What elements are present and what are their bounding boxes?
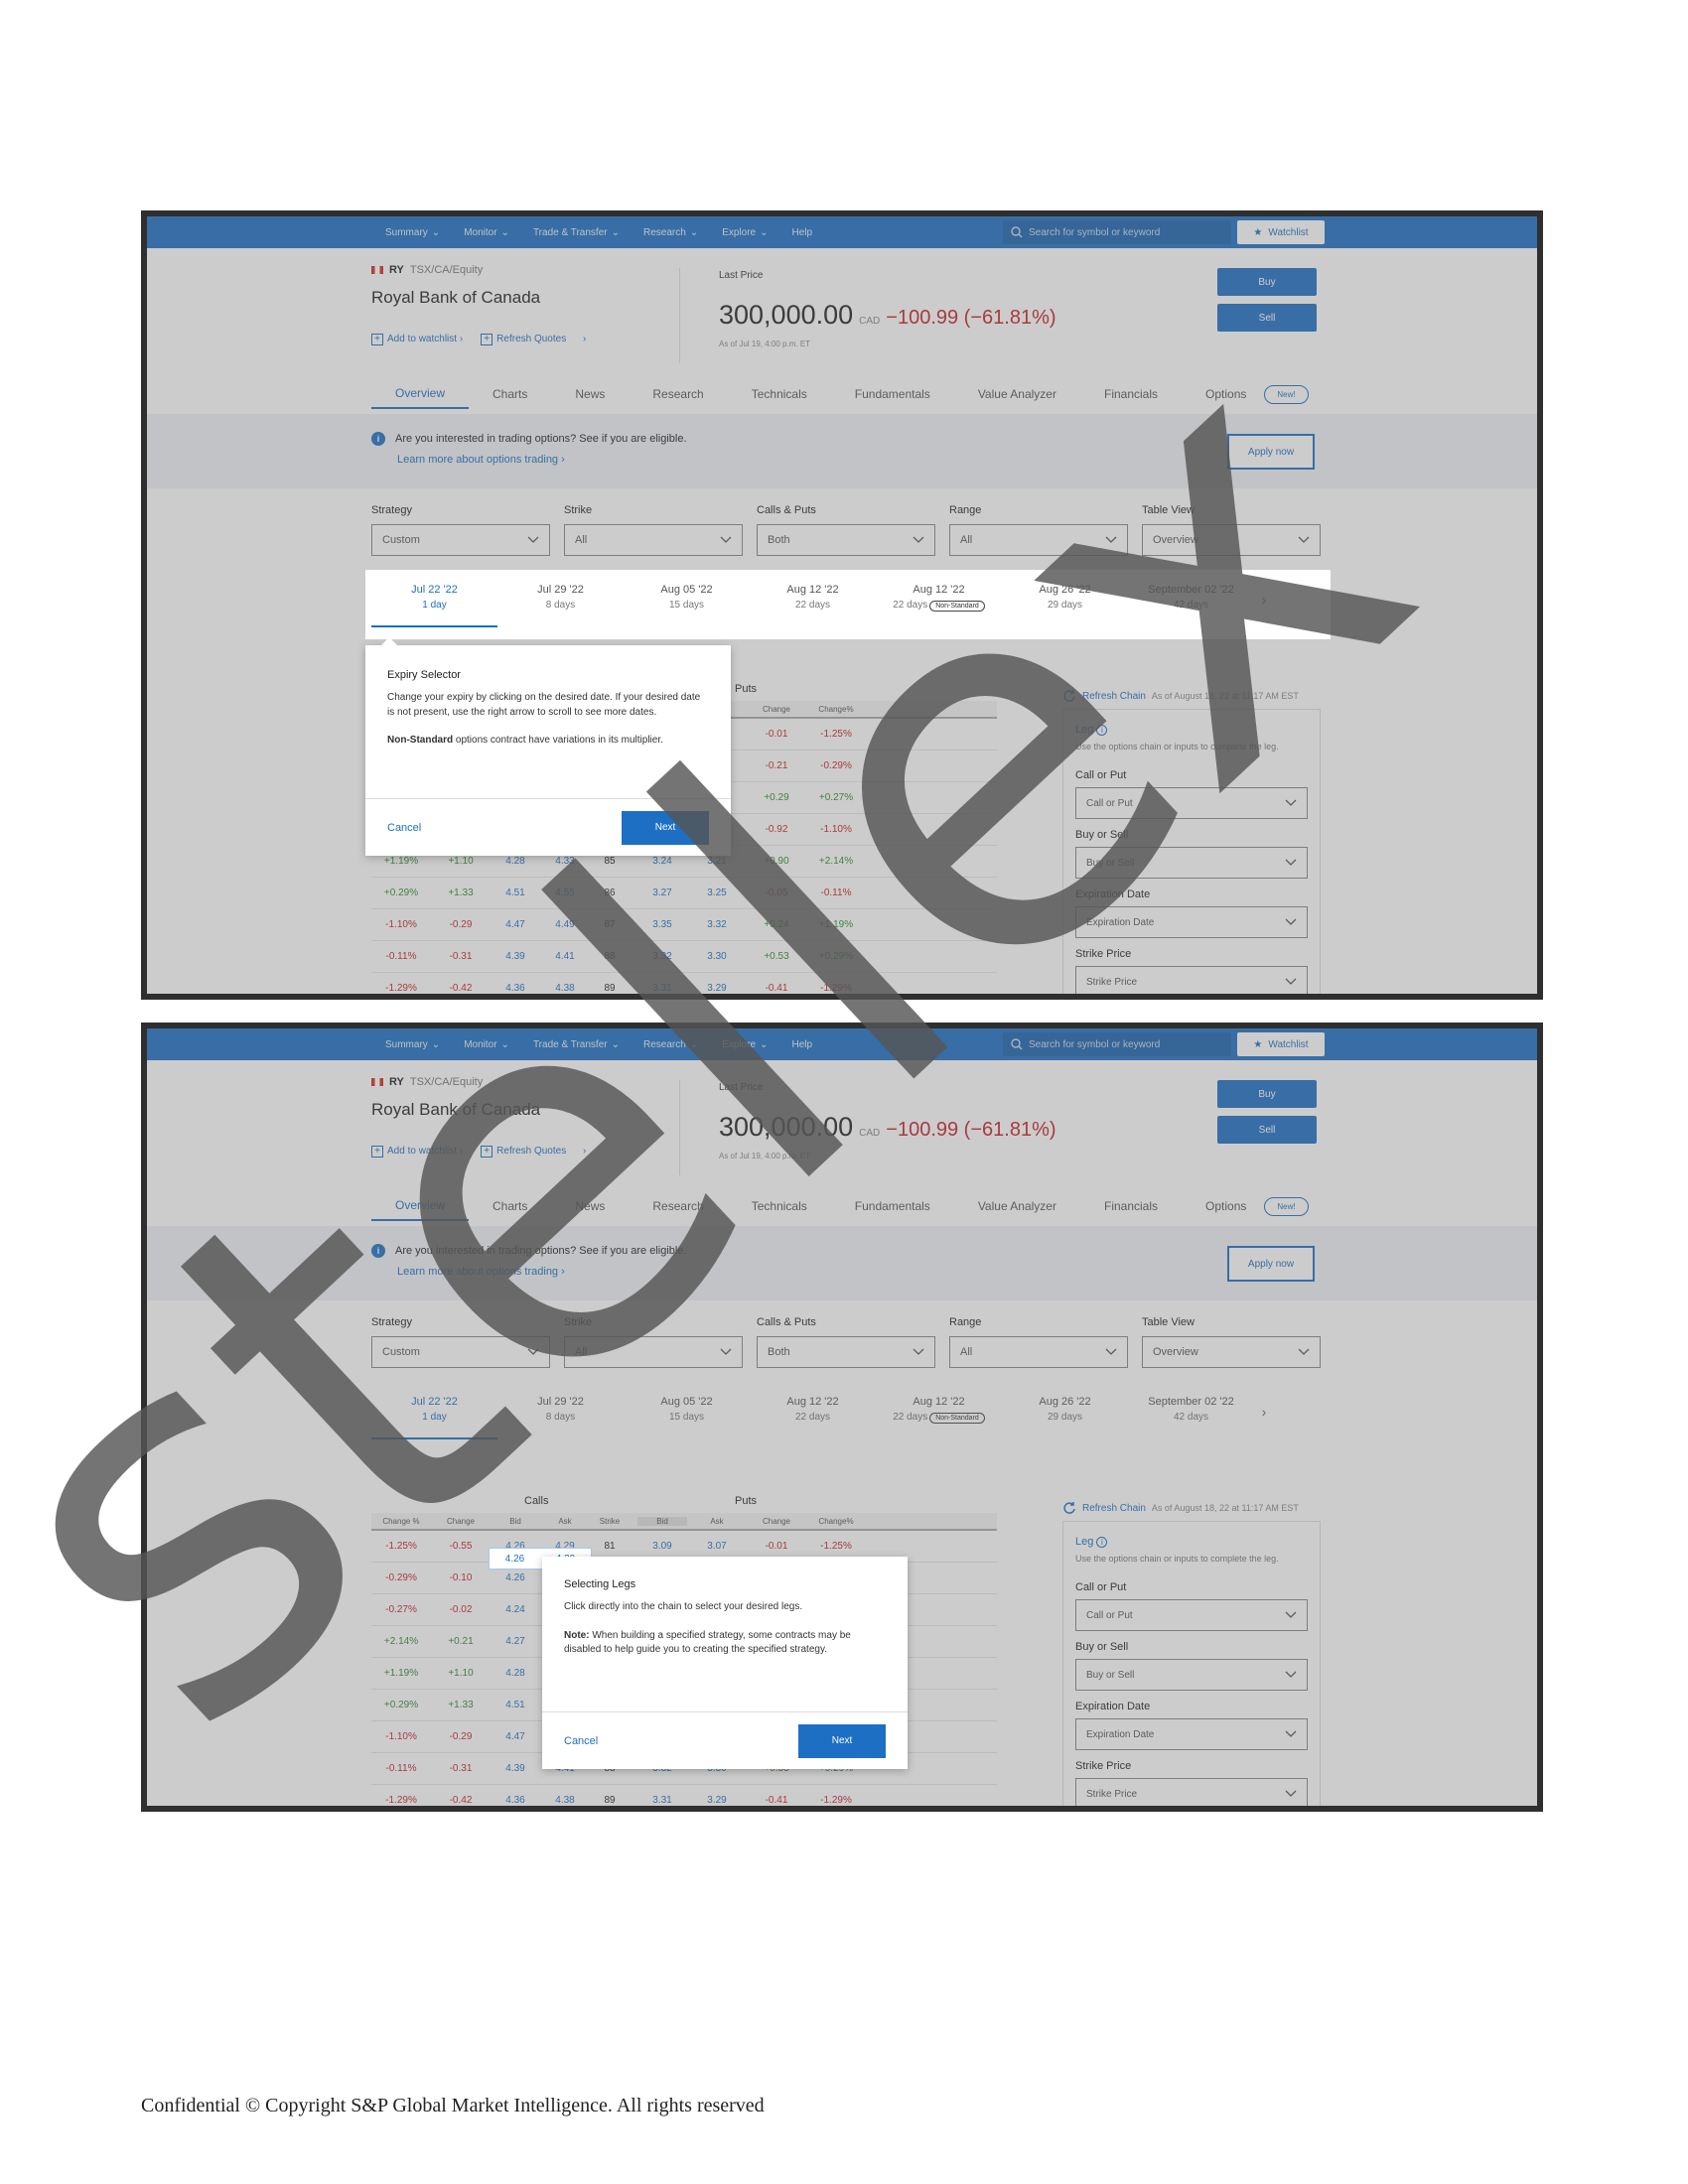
expiry-date: Aug 12 '22 [786, 584, 839, 596]
expiry-days-label: 42 days [1173, 600, 1209, 611]
highlight-bid: 4.26 [504, 1553, 525, 1565]
expiry-days: 22 days Non-Standard [876, 600, 1002, 612]
tooltip-note-bold: Note: [564, 1629, 590, 1641]
app-window: Summary ⌄ Monitor ⌄ Trade & Transfer ⌄ Researc… [147, 1028, 1537, 1806]
cancel-button[interactable]: Cancel [564, 1735, 598, 1747]
expiry-selector-tooltip: Expiry Selector Change your expiry by cli… [365, 637, 731, 856]
tooltip-note: Non-Standard options contract have varia… [387, 734, 709, 749]
expiry-days: 15 days [624, 600, 750, 611]
tooltip-title: Expiry Selector [387, 669, 461, 681]
screenshot-expiry-selector: Summary ⌄ Monitor ⌄ Trade & Transfer ⌄ Researc… [141, 210, 1543, 1000]
tooltip-note-text: When building a specified strategy, some… [564, 1629, 851, 1656]
expiry-tab[interactable]: Aug 05 '22 15 days [624, 576, 750, 627]
expiry-days: 8 days [497, 600, 624, 611]
app-window: Summary ⌄ Monitor ⌄ Trade & Transfer ⌄ Researc… [147, 216, 1537, 994]
expiry-days-label: 15 days [668, 600, 705, 611]
expiry-selector: Jul 22 '22 1 day Jul 29 '22 8 days Aug 05 '2… [371, 576, 1325, 633]
expiry-days-label: 8 days [545, 600, 576, 611]
expiry-days: 22 days [750, 600, 876, 611]
expiry-date: Aug 26 '22 [1039, 584, 1091, 596]
expiry-days-label: 22 days [893, 600, 928, 611]
expiry-date: Jul 29 '22 [537, 584, 584, 596]
footer-copyright: Confidential © Copyright S&P Global Mark… [141, 2095, 765, 2116]
expiry-tab[interactable]: Jul 22 '22 1 day [371, 576, 497, 627]
tooltip-title: Selecting Legs [564, 1578, 636, 1590]
tooltip-body: Click directly into the chain to select … [564, 1601, 803, 1612]
tooltip-body: Change your expiry by clicking on the de… [387, 692, 701, 718]
tooltip-note-bold: Non-Standard [387, 735, 454, 746]
expiry-tab[interactable]: September 02 '22 42 days [1128, 576, 1254, 627]
expiry-tab[interactable]: Aug 12 '22 22 days [750, 576, 876, 627]
next-expiry-arrow[interactable]: › [1254, 576, 1274, 608]
tooltip-pointer [381, 637, 397, 645]
tooltip-note-text: options contract have variations in its … [453, 735, 663, 746]
expiry-days-label: 22 days [794, 600, 831, 611]
expiry-date: Aug 12 '22 [913, 584, 965, 596]
expiry-days: 1 day [371, 600, 497, 611]
expiry-tab[interactable]: Aug 12 '22 22 days Non-Standard [876, 576, 1002, 627]
expiry-date: Jul 22 '22 [411, 584, 458, 596]
expiry-days-label: 29 days [1047, 600, 1083, 611]
expiry-days: 42 days [1128, 600, 1254, 611]
expiry-tab[interactable]: Jul 29 '22 8 days [497, 576, 624, 627]
expiry-days: 29 days [1002, 600, 1128, 611]
expiry-days-label: 1 day [422, 600, 447, 611]
selecting-legs-tooltip: Selecting Legs Click directly into the ch… [542, 1557, 908, 1769]
screenshot-selecting-legs: Summary ⌄ Monitor ⌄ Trade & Transfer ⌄ Researc… [141, 1023, 1543, 1812]
expiry-date: September 02 '22 [1148, 584, 1234, 596]
tooltip-footer: Cancel Next [542, 1711, 908, 1769]
expiry-tab[interactable]: Aug 26 '22 29 days [1002, 576, 1128, 627]
tooltip-note: Note: When building a specified strategy… [564, 1629, 886, 1658]
tooltip-footer: Cancel Next [365, 798, 731, 856]
expiry-date: Aug 05 '22 [660, 584, 713, 596]
non-standard-badge: Non-Standard [929, 601, 985, 612]
next-button[interactable]: Next [798, 1723, 886, 1758]
next-button[interactable]: Next [622, 810, 709, 845]
cancel-button[interactable]: Cancel [387, 822, 421, 834]
